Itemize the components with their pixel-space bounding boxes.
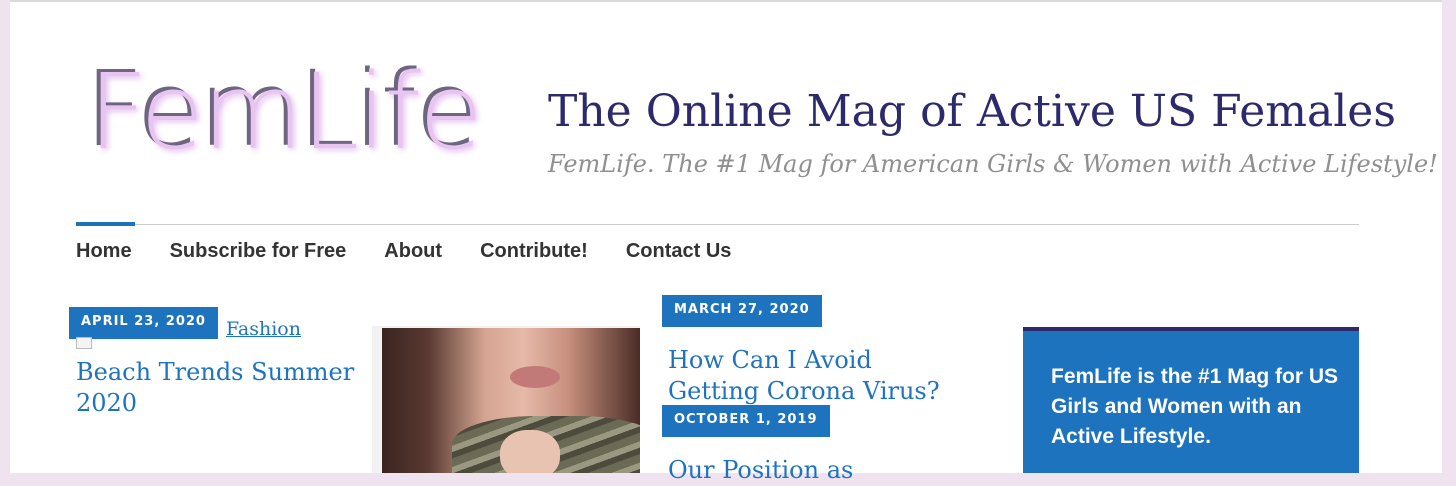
nav-item-contribute[interactable]: Contribute!	[480, 240, 588, 263]
post-date-badge-1[interactable]: MARCH 27, 2020	[662, 295, 822, 327]
nav-item-subscribe[interactable]: Subscribe for Free	[170, 240, 347, 263]
photo-hand	[500, 430, 560, 473]
post-category-link[interactable]: Fashion	[226, 318, 301, 340]
nav-item-home[interactable]: Home	[76, 240, 132, 263]
site-title[interactable]: The Online Mag of Active US Females	[548, 86, 1396, 137]
post-date-badge-2[interactable]: OCTOBER 1, 2019	[662, 405, 830, 437]
main-nav: Home Subscribe for Free About Contribute…	[76, 240, 731, 263]
sidebar-widget-text: FemLife is the #1 Mag for US Girls and W…	[1051, 365, 1339, 448]
site-tagline: FemLife. The #1 Mag for American Girls &…	[548, 150, 1438, 178]
post-title-link-1[interactable]: How Can I Avoid Getting Corona Virus?	[668, 345, 968, 407]
post-date-badge[interactable]: APRIL 23, 2020	[69, 307, 218, 339]
site-logo[interactable]: FemLife	[88, 60, 483, 164]
broken-image-icon	[76, 337, 92, 349]
post-title-link[interactable]: Beach Trends Summer 2020	[76, 357, 356, 419]
nav-item-about[interactable]: About	[384, 240, 442, 263]
photo-lips	[510, 366, 560, 388]
post-thumbnail-image[interactable]	[382, 328, 640, 473]
post-title-link-2[interactable]: Our Position as	[668, 455, 968, 486]
nav-divider	[76, 224, 1359, 225]
nav-item-contact[interactable]: Contact Us	[626, 240, 732, 263]
nav-active-indicator	[76, 222, 135, 226]
